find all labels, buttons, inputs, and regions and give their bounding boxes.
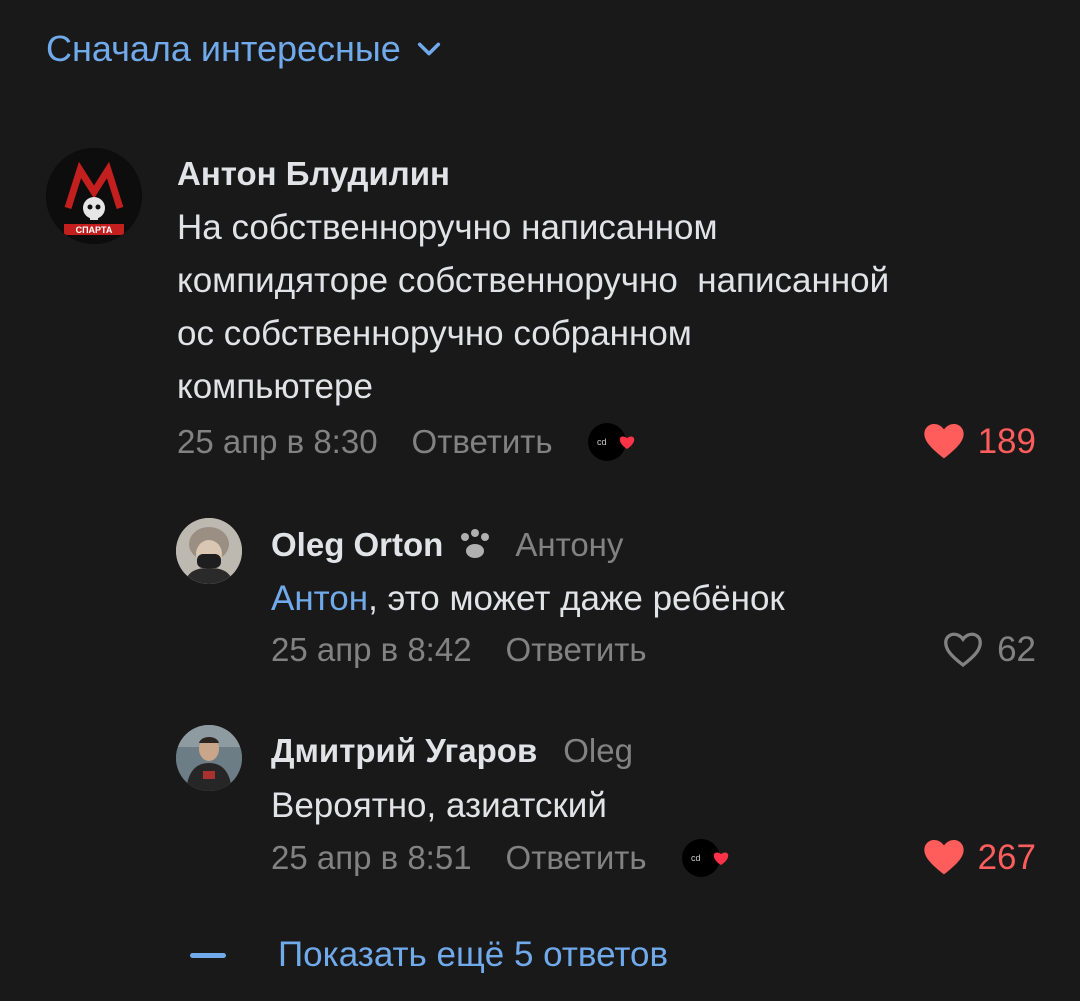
- heart-outline-icon: [944, 632, 982, 668]
- comment-text: На собственноручно написанном компидятор…: [177, 201, 889, 413]
- comment-date: 25 апр в 8:51: [271, 839, 472, 876]
- comment-text-rest: , это может даже ребёнок: [368, 579, 785, 618]
- comment-text-line: ос собственноручно собранном: [177, 314, 692, 353]
- like-button[interactable]: 267: [923, 836, 1036, 880]
- mention-link[interactable]: Антон: [271, 579, 368, 618]
- sort-label: Сначала интересные: [46, 28, 401, 69]
- comment-date: 25 апр в 8:42: [271, 631, 472, 668]
- comment-text-line: компидяторе собственноручно написанной: [177, 261, 890, 300]
- comment-author[interactable]: Oleg Orton: [271, 526, 443, 564]
- avatar[interactable]: [176, 518, 242, 584]
- avatar-text: СПАРТА: [76, 225, 113, 235]
- like-count: 267: [977, 838, 1036, 877]
- comment-date: 25 апр в 8:30: [177, 423, 378, 460]
- comment-header: Oleg Orton Антону: [271, 525, 623, 565]
- paw-icon: [461, 529, 490, 558]
- comment-author[interactable]: Антон Блудилин: [177, 155, 450, 193]
- reply-button[interactable]: Ответить: [412, 423, 553, 461]
- reply-to-name[interactable]: Антону: [515, 526, 623, 564]
- reply-button[interactable]: Ответить: [506, 839, 647, 877]
- reply-button[interactable]: Ответить: [506, 631, 647, 669]
- comment-text: Вероятно, азиатский: [271, 786, 607, 825]
- avatar-photo: [176, 725, 242, 791]
- avatar[interactable]: СПАРТА: [46, 148, 142, 244]
- like-count: 62: [997, 630, 1036, 669]
- avatar[interactable]: [176, 725, 242, 791]
- comment-text-line: компьютере: [177, 367, 373, 406]
- sort-dropdown[interactable]: Сначала интересные: [46, 28, 443, 70]
- reaction-sticker[interactable]: cd: [681, 836, 733, 880]
- heart-filled-icon: [923, 840, 964, 875]
- reaction-sticker-text: cd: [597, 437, 607, 447]
- avatar-photo: [176, 518, 242, 584]
- show-more-replies[interactable]: Показать ещё 5 ответов: [190, 935, 668, 975]
- like-button[interactable]: 189: [923, 420, 1036, 464]
- comment-header: Дмитрий Угаров Oleg: [271, 732, 633, 770]
- comment-text: Антон, это может даже ребёнок: [271, 572, 785, 625]
- like-count: 189: [977, 422, 1036, 461]
- heart-filled-icon: [923, 424, 964, 459]
- comment-author[interactable]: Дмитрий Угаров: [271, 732, 537, 770]
- reaction-sticker[interactable]: cd: [587, 420, 639, 464]
- show-more-label[interactable]: Показать ещё 5 ответов: [278, 935, 668, 975]
- reaction-sticker-text: cd: [691, 853, 701, 863]
- comment-meta: 25 апр в 8:42 Ответить: [271, 628, 647, 672]
- reply-to-name[interactable]: Oleg: [563, 732, 633, 770]
- dash-icon: [190, 952, 226, 958]
- comment-meta: 25 апр в 8:51 Ответить cd: [271, 836, 733, 880]
- sparta-logo: СПАРТА: [46, 148, 142, 244]
- comment-meta: 25 апр в 8:30 Ответить cd: [177, 420, 639, 464]
- chevron-down-icon: [417, 42, 440, 56]
- comment-text-line: На собственноручно написанном: [177, 208, 718, 247]
- like-button[interactable]: 62: [943, 628, 1036, 672]
